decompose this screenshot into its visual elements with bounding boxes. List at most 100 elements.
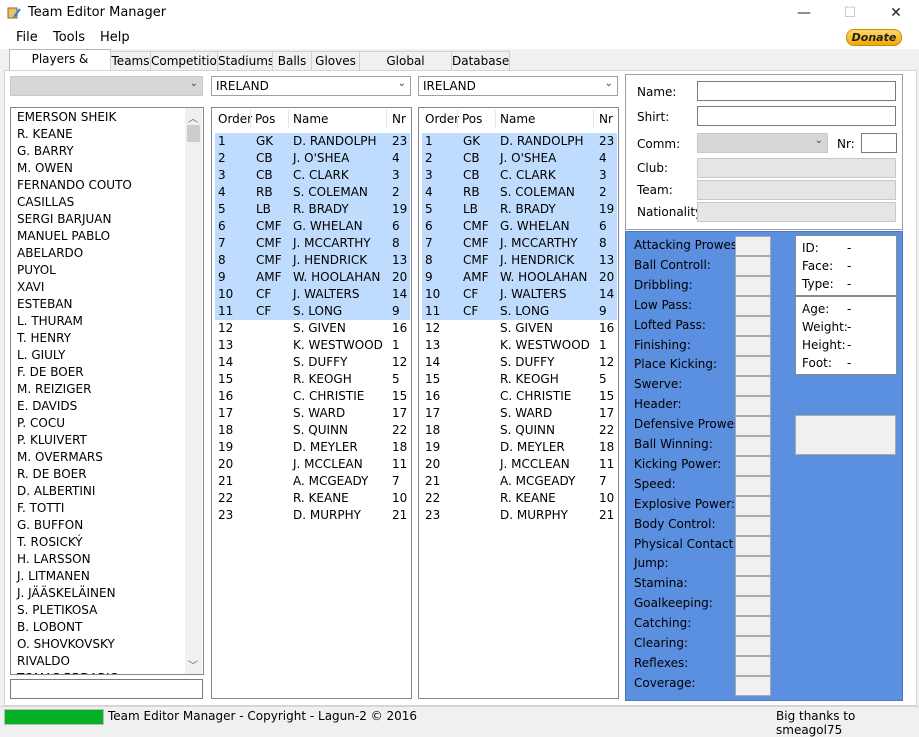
- tab-database[interactable]: Database: [451, 51, 510, 70]
- list-item[interactable]: FERNANDO COUTO: [17, 177, 132, 194]
- table-row[interactable]: 21 A. MCGEADY 7: [422, 473, 613, 490]
- table-row[interactable]: 16 C. CHRISTIE 15: [215, 388, 407, 405]
- stat-value-box[interactable]: [735, 596, 771, 616]
- stat-value-box[interactable]: [735, 636, 771, 656]
- list-item[interactable]: ABELARDO: [17, 245, 83, 262]
- list-item[interactable]: L. THURAM: [17, 313, 83, 330]
- list-item[interactable]: O. SHOVKOVSKY: [17, 636, 115, 653]
- table-row[interactable]: 11 CF S. LONG 9: [215, 303, 410, 320]
- table-row[interactable]: 9 AMF W. HOOLAHAN 20: [215, 269, 410, 286]
- list-item[interactable]: P. KLUIVERT: [17, 432, 87, 449]
- list-item[interactable]: RIVALDO: [17, 653, 70, 670]
- player-list[interactable]: ︿ ﹀ EMERSON SHEIK R. KEANE G. BARRY M. OWEN…: [10, 107, 204, 675]
- stat-value-box[interactable]: [735, 536, 771, 556]
- list-item[interactable]: L. GIULY: [17, 347, 65, 364]
- list-item[interactable]: SERGI BARJUAN: [17, 211, 111, 228]
- list-item[interactable]: J. JÄÄSKELÄINEN: [17, 585, 116, 602]
- table-row[interactable]: 18 S. QUINN 22: [422, 422, 614, 439]
- table-row[interactable]: 21 A. MCGEADY 7: [215, 473, 406, 490]
- list-item[interactable]: M. REIZIGER: [17, 381, 91, 398]
- tab-players-transfers[interactable]: Players & Transfers: [9, 49, 111, 84]
- list-item[interactable]: XAVI: [17, 279, 44, 296]
- list-item[interactable]: J. LITMANEN: [17, 568, 90, 585]
- stat-value-box[interactable]: [735, 396, 771, 416]
- table-row[interactable]: 8 CMF J. HENDRICK 13: [422, 252, 617, 269]
- player-search-input[interactable]: [10, 679, 203, 699]
- stat-value-box[interactable]: [735, 676, 771, 696]
- tab-stadiums[interactable]: Stadiums: [217, 51, 274, 70]
- stat-value-box[interactable]: [735, 616, 771, 636]
- tab-gloves[interactable]: Gloves: [311, 51, 360, 70]
- maximize-button[interactable]: ☐: [827, 0, 873, 27]
- list-item[interactable]: TOMAS BRDARIC: [17, 670, 118, 674]
- stat-value-box[interactable]: [735, 336, 771, 356]
- stat-value-box[interactable]: [735, 496, 771, 516]
- table-row[interactable]: 23 D. MURPHY 21: [422, 507, 614, 524]
- name-input[interactable]: [697, 81, 896, 101]
- list-item[interactable]: R. DE BOER: [17, 466, 87, 483]
- table-row[interactable]: 5 LB R. BRADY 19: [422, 201, 617, 218]
- team-combo-left[interactable]: IRELAND ⌄: [211, 76, 411, 96]
- table-row[interactable]: 22 R. KEANE 10: [422, 490, 614, 507]
- list-item[interactable]: D. ALBERTINI: [17, 483, 95, 500]
- scroll-thumb[interactable]: [187, 125, 200, 142]
- table-row[interactable]: 2 CB J. O'SHEA 4: [215, 150, 410, 167]
- list-item[interactable]: H. LARSSON: [17, 551, 91, 568]
- stat-value-box[interactable]: [735, 376, 771, 396]
- table-row[interactable]: 1 GK D. RANDOLPH 23: [422, 133, 617, 150]
- table-row[interactable]: 23 D. MURPHY 21: [215, 507, 407, 524]
- stat-value-box[interactable]: [735, 316, 771, 336]
- stat-value-box[interactable]: [735, 416, 771, 436]
- tab-teams[interactable]: Teams: [110, 51, 151, 70]
- table-row[interactable]: 14 S. DUFFY 12: [422, 354, 614, 371]
- table-row[interactable]: 4 RB S. COLEMAN 2: [215, 184, 410, 201]
- table-row[interactable]: 5 LB R. BRADY 19: [215, 201, 410, 218]
- scroll-down-icon[interactable]: ﹀: [188, 657, 198, 672]
- stat-value-box[interactable]: [735, 276, 771, 296]
- column-header-order[interactable]: Order: [218, 112, 252, 126]
- list-item[interactable]: CASILLAS: [17, 194, 74, 211]
- list-item[interactable]: T. ROSICKÝ: [17, 534, 83, 551]
- comm-combo[interactable]: ⌄: [697, 133, 828, 153]
- table-row[interactable]: 15 R. KEOGH 5: [422, 371, 613, 388]
- column-header-order[interactable]: Order: [425, 112, 459, 126]
- table-row[interactable]: 15 R. KEOGH 5: [215, 371, 406, 388]
- table-row[interactable]: 3 CB C. CLARK 3: [215, 167, 410, 184]
- list-item[interactable]: MANUEL PABLO: [17, 228, 110, 245]
- table-row[interactable]: 17 S. WARD 17: [422, 405, 614, 422]
- nr-input[interactable]: [861, 133, 897, 153]
- scroll-up-icon[interactable]: ︿: [188, 110, 198, 125]
- menu-help[interactable]: Help: [100, 30, 130, 45]
- shirt-input[interactable]: [697, 106, 896, 126]
- stat-value-box[interactable]: [735, 516, 771, 536]
- close-button[interactable]: ✕: [873, 0, 919, 27]
- table-row[interactable]: 3 CB C. CLARK 3: [422, 167, 617, 184]
- stat-value-box[interactable]: [735, 456, 771, 476]
- table-row[interactable]: 22 R. KEANE 10: [215, 490, 407, 507]
- list-item[interactable]: PUYOL: [17, 262, 56, 279]
- stat-value-box[interactable]: [735, 256, 771, 276]
- column-header-name[interactable]: Name: [293, 112, 328, 126]
- table-row[interactable]: 17 S. WARD 17: [215, 405, 407, 422]
- table-row[interactable]: 7 CMF J. MCCARTHY 8: [215, 235, 410, 252]
- table-row[interactable]: 12 S. GIVEN 16: [422, 320, 614, 337]
- menu-file[interactable]: File: [16, 30, 38, 45]
- table-row[interactable]: 7 CMF J. MCCARTHY 8: [422, 235, 617, 252]
- list-item[interactable]: B. LOBONT: [17, 619, 82, 636]
- table-row[interactable]: 10 CF J. WALTERS 14: [422, 286, 617, 303]
- table-row[interactable]: 4 RB S. COLEMAN 2: [422, 184, 617, 201]
- list-item[interactable]: G. BARRY: [17, 143, 74, 160]
- league-combo[interactable]: ⌄: [10, 76, 203, 96]
- list-item[interactable]: M. OVERMARS: [17, 449, 103, 466]
- column-header-pos[interactable]: Pos: [462, 112, 482, 126]
- list-item[interactable]: S. PLETIKOSA: [17, 602, 97, 619]
- stat-value-box[interactable]: [735, 556, 771, 576]
- list-item[interactable]: G. BUFFON: [17, 517, 83, 534]
- tab-balls[interactable]: Balls: [272, 51, 312, 70]
- table-row[interactable]: 6 CMF G. WHELAN 6: [422, 218, 617, 235]
- table-row[interactable]: 9 AMF W. HOOLAHAN 20: [422, 269, 617, 286]
- column-header-name[interactable]: Name: [500, 112, 535, 126]
- squad-grid-right[interactable]: Order Pos Name Nr 1 GK D. RANDOLPH 23 2 CB J. O'SH…: [418, 107, 619, 699]
- stat-value-box[interactable]: [735, 656, 771, 676]
- list-item[interactable]: F. DE BOER: [17, 364, 84, 381]
